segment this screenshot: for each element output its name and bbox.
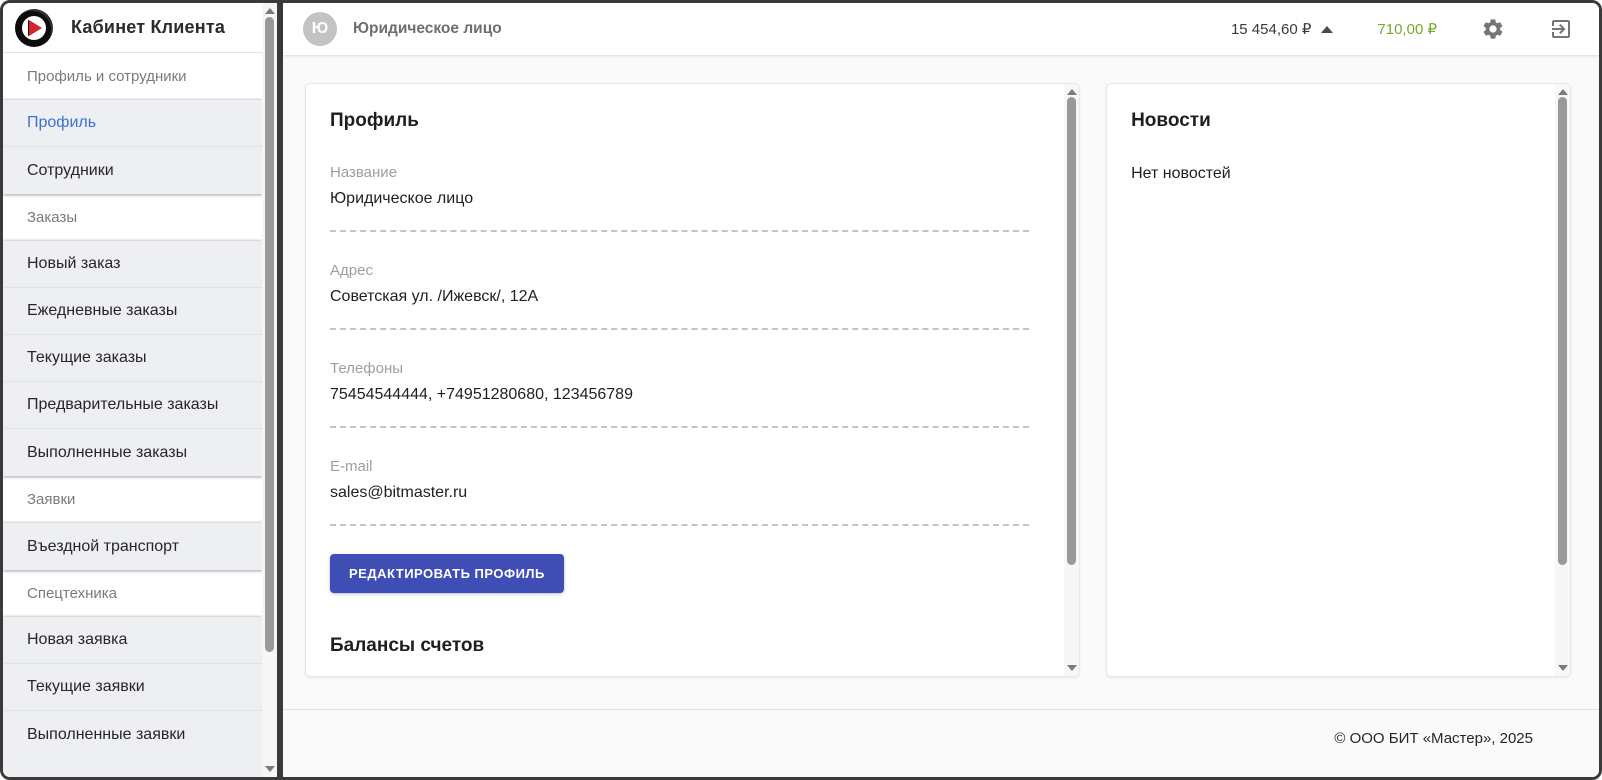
caret-up-icon (1321, 26, 1333, 33)
field-label: E-mail (330, 458, 1029, 475)
sidebar-item-daily-orders[interactable]: Ежедневные заказы (3, 288, 262, 335)
field-value: Юридическое лицо (330, 190, 1029, 208)
sidebar-section-profile-employees: Профиль и сотрудники (3, 53, 262, 100)
scroll-up-icon[interactable] (265, 8, 275, 14)
sidebar-item-current-orders[interactable]: Текущие заказы (3, 335, 262, 382)
sidebar-nav: Профиль и сотрудники Профиль Сотрудники … (3, 53, 262, 777)
sidebar-item-current-requests[interactable]: Текущие заявки (3, 664, 262, 711)
field-label: Адрес (330, 262, 1029, 279)
field-value: 75454544444, +74951280680, 123456789 (330, 386, 1029, 404)
news-card: Новости Нет новостей (1106, 83, 1571, 677)
sidebar-item-preliminary-orders[interactable]: Предварительные заказы (3, 382, 262, 429)
edit-profile-button[interactable]: РЕДАКТИРОВАТЬ ПРОФИЛЬ (330, 554, 564, 593)
field-label: Название (330, 164, 1029, 181)
sidebar-item-inbound-transport[interactable]: Въездной транспорт (3, 523, 262, 570)
profile-field-name: Название Юридическое лицо (330, 164, 1029, 208)
news-card-scrollbar[interactable] (1555, 84, 1570, 676)
field-divider (330, 524, 1029, 526)
profile-card: Профиль Название Юридическое лицо Адрес … (305, 83, 1080, 677)
news-scrollbar-thumb[interactable] (1558, 97, 1567, 565)
main-balance-dropdown[interactable]: 15 454,60 ₽ (1231, 20, 1333, 38)
news-empty-message: Нет новостей (1131, 165, 1520, 183)
sidebar-item-completed-requests[interactable]: Выполненные заявки (3, 711, 262, 758)
sidebar-item-completed-orders[interactable]: Выполненные заказы (3, 429, 262, 476)
profile-card-scrollbar[interactable] (1064, 84, 1079, 676)
scroll-down-icon[interactable] (1558, 665, 1568, 671)
sidebar-item-profile[interactable]: Профиль (3, 100, 262, 147)
scroll-up-icon[interactable] (1067, 89, 1077, 95)
account-name: Юридическое лицо (353, 20, 502, 38)
sidebar-section-orders: Заказы (3, 194, 262, 241)
app-title: Кабинет Клиента (71, 17, 225, 38)
sidebar-group-orders: Новый заказ Ежедневные заказы Текущие за… (3, 241, 262, 476)
sidebar: Кабинет Клиента Профиль и сотрудники Про… (3, 3, 262, 777)
logo-play-triangle-icon (29, 20, 42, 36)
gear-icon (1481, 17, 1505, 41)
sidebar-scrollbar[interactable] (262, 3, 277, 777)
sidebar-item-new-order[interactable]: Новый заказ (3, 241, 262, 288)
sidebar-group-requests: Новая заявка Текущие заявки Выполненные … (3, 617, 262, 777)
topbar: Ю Юридическое лицо 15 454,60 ₽ 710,00 ₽ (283, 3, 1599, 55)
sidebar-section-special-equipment: Спецтехника (3, 570, 262, 617)
scroll-down-icon[interactable] (1067, 665, 1077, 671)
profile-scrollbar-thumb[interactable] (1067, 97, 1076, 565)
sidebar-item-new-request[interactable]: Новая заявка (3, 617, 262, 664)
main-area: Ю Юридическое лицо 15 454,60 ₽ 710,00 ₽ … (283, 3, 1599, 777)
profile-field-address: Адрес Советская ул. /Ижевск/, 12А (330, 262, 1029, 306)
field-value: sales@bitmaster.ru (330, 484, 1029, 502)
bonus-balance-value: 710,00 ₽ (1377, 20, 1437, 38)
news-title: Новости (1131, 110, 1520, 132)
sidebar-group-profile: Профиль Сотрудники (3, 100, 262, 194)
app-logo-icon (15, 9, 53, 47)
profile-title: Профиль (330, 110, 1029, 132)
sidebar-group-transport: Въездной транспорт (3, 523, 262, 570)
content-area: Профиль Название Юридическое лицо Адрес … (283, 55, 1599, 709)
field-divider (330, 230, 1029, 232)
sidebar-header: Кабинет Клиента (3, 3, 262, 53)
scroll-up-icon[interactable] (1558, 89, 1568, 95)
logout-button[interactable] (1545, 13, 1577, 45)
sidebar-item-employees[interactable]: Сотрудники (3, 147, 262, 194)
field-label: Телефоны (330, 360, 1029, 377)
settings-button[interactable] (1477, 13, 1509, 45)
main-balance-value: 15 454,60 ₽ (1231, 20, 1311, 38)
app-window: Кабинет Клиента Профиль и сотрудники Про… (0, 0, 1602, 780)
logout-icon (1549, 17, 1573, 41)
field-divider (330, 328, 1029, 330)
profile-field-phones: Телефоны 75454544444, +74951280680, 1234… (330, 360, 1029, 404)
balances-title: Балансы счетов (330, 635, 1029, 657)
account-avatar: Ю (303, 12, 337, 46)
copyright-text: © ООО БИТ «Мастер», 2025 (1334, 730, 1533, 747)
field-value: Советская ул. /Ижевск/, 12А (330, 288, 1029, 306)
profile-field-email: E-mail sales@bitmaster.ru (330, 458, 1029, 502)
field-divider (330, 426, 1029, 428)
footer: © ООО БИТ «Мастер», 2025 (283, 709, 1599, 777)
sidebar-section-requests: Заявки (3, 476, 262, 523)
sidebar-scrollbar-thumb[interactable] (265, 17, 274, 652)
scroll-down-icon[interactable] (265, 766, 275, 772)
